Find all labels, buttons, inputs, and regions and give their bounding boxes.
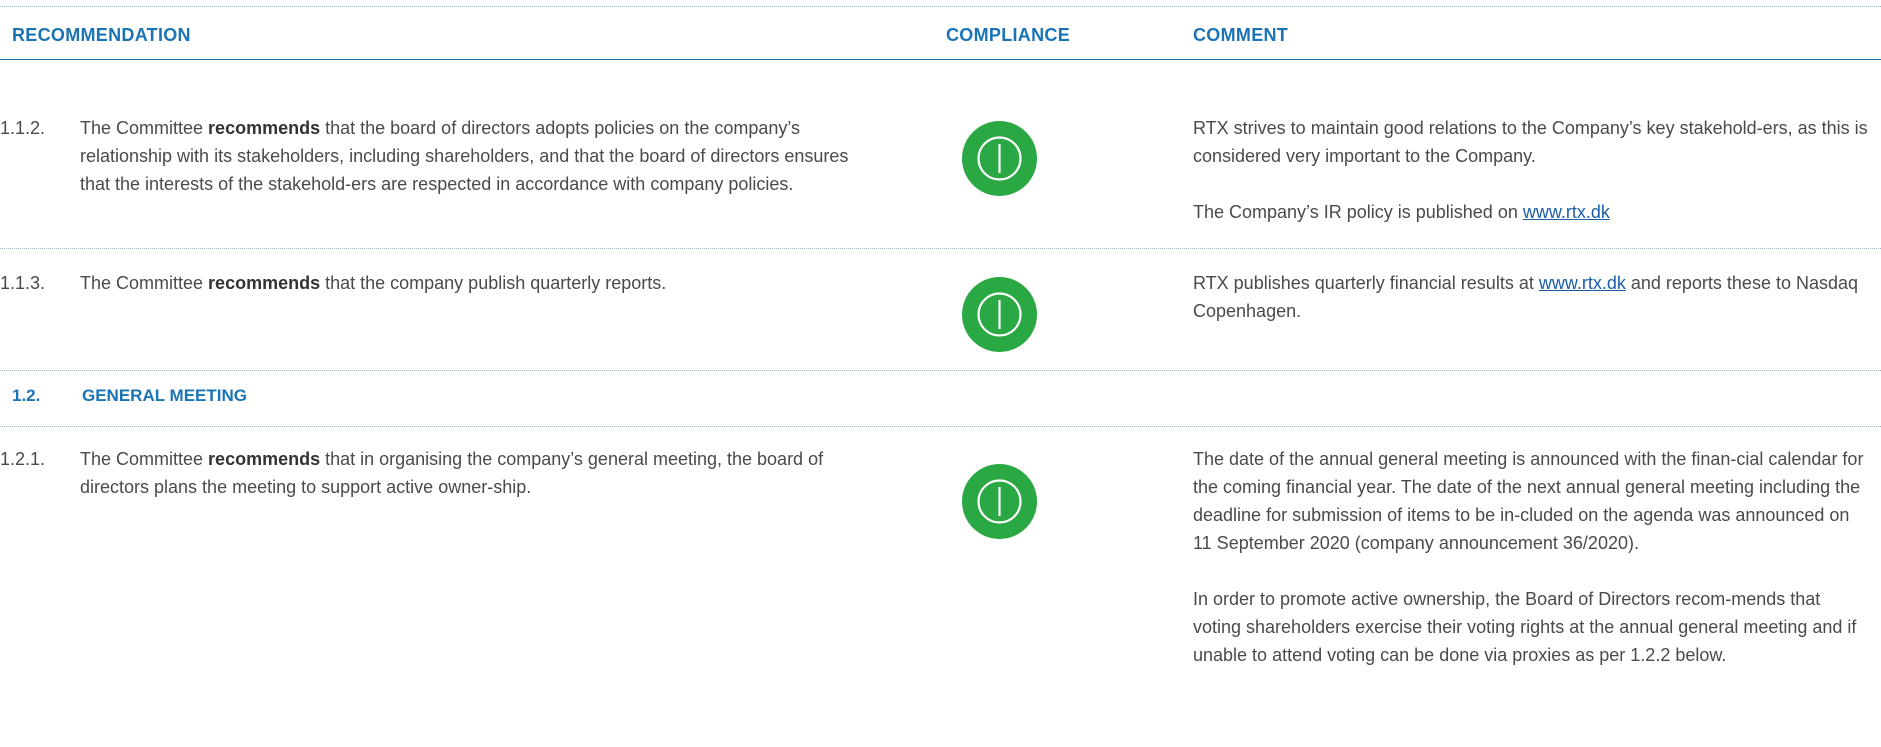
rtx-link[interactable]: www.rtx.dk: [1539, 273, 1626, 293]
check-circle-icon: [962, 464, 1037, 539]
header-comment: COMMENT: [1193, 25, 1289, 45]
recommends-emphasis: recommends: [208, 449, 321, 469]
header-recommendation: RECOMMENDATION: [12, 25, 191, 45]
check-circle-icon: [962, 277, 1037, 352]
row-divider: [0, 248, 1881, 249]
row-number: 1.1.3.: [0, 273, 46, 293]
header-divider: [0, 59, 1881, 60]
recommendation-text: The Committee recommends that the board …: [80, 118, 849, 194]
row-number: 1.1.2.: [0, 118, 46, 138]
recommendation-text: The Committee recommends that in organis…: [80, 449, 824, 497]
top-divider: [0, 6, 1881, 7]
comment-paragraph: In order to promote active ownership, th…: [1193, 589, 1857, 665]
section-number: 1.2.: [12, 386, 41, 405]
comment-cell: RTX strives to maintain good relations t…: [1193, 114, 1873, 226]
recommends-emphasis: recommends: [208, 273, 321, 293]
rtx-link[interactable]: www.rtx.dk: [1523, 202, 1610, 222]
comment-paragraph: RTX publishes quarterly financial result…: [1193, 273, 1859, 321]
check-circle-icon: [962, 121, 1037, 196]
recommendation-text: The Committee recommends that the compan…: [80, 273, 667, 293]
row-divider: [0, 370, 1881, 371]
comment-paragraph: The date of the annual general meeting i…: [1193, 449, 1864, 553]
row-divider: [0, 426, 1881, 427]
section-title: GENERAL MEETING: [82, 386, 247, 405]
comment-paragraph: The Company’s IR policy is published on …: [1193, 202, 1610, 222]
header-compliance: COMPLIANCE: [946, 25, 1070, 45]
comment-cell: RTX publishes quarterly financial result…: [1193, 269, 1873, 325]
row-number: 1.2.1.: [0, 449, 46, 469]
recommends-emphasis: recommends: [208, 118, 321, 138]
comment-cell: The date of the annual general meeting i…: [1193, 445, 1873, 669]
comment-paragraph: RTX strives to maintain good relations t…: [1193, 118, 1868, 166]
